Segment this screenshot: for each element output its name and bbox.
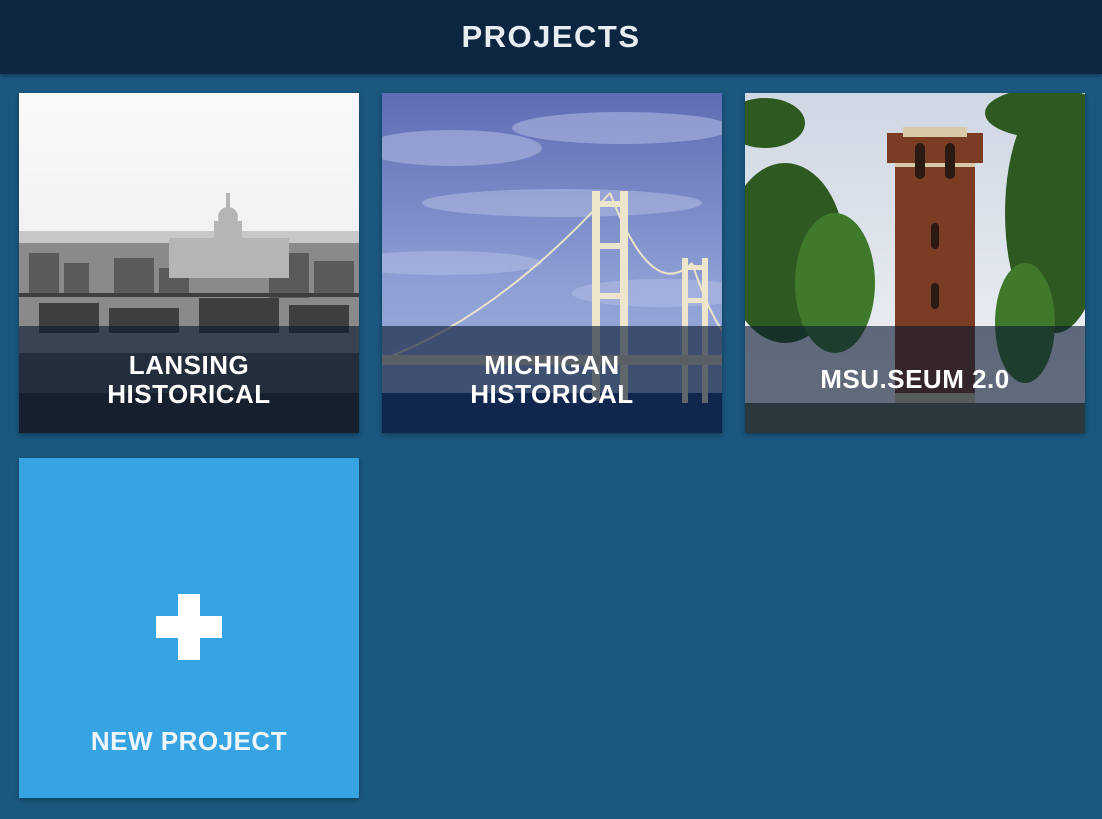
new-project-label: NEW PROJECT — [90, 726, 288, 756]
project-tile-msu-seum[interactable]: MSU.SEUM 2.0 — [745, 93, 1085, 433]
project-title: MICHIGAN HISTORICAL — [470, 349, 634, 409]
project-title: MSU.SEUM 2.0 — [820, 364, 1010, 394]
new-project-button[interactable]: NEW PROJECT — [19, 458, 359, 798]
page-title: PROJECTS — [461, 19, 641, 54]
app-header: PROJECTS — [0, 0, 1102, 74]
tile-caption-bar: MICHIGAN HISTORICAL — [382, 326, 722, 433]
project-tile-michigan-historical[interactable]: MICHIGAN HISTORICAL — [382, 93, 722, 433]
project-tile-lansing-historical[interactable]: LANSING HISTORICAL — [19, 93, 359, 433]
project-title: LANSING HISTORICAL — [107, 349, 271, 409]
tile-caption-bar: MSU.SEUM 2.0 — [745, 326, 1085, 433]
tile-caption-bar: LANSING HISTORICAL — [19, 326, 359, 433]
plus-icon — [156, 594, 222, 660]
